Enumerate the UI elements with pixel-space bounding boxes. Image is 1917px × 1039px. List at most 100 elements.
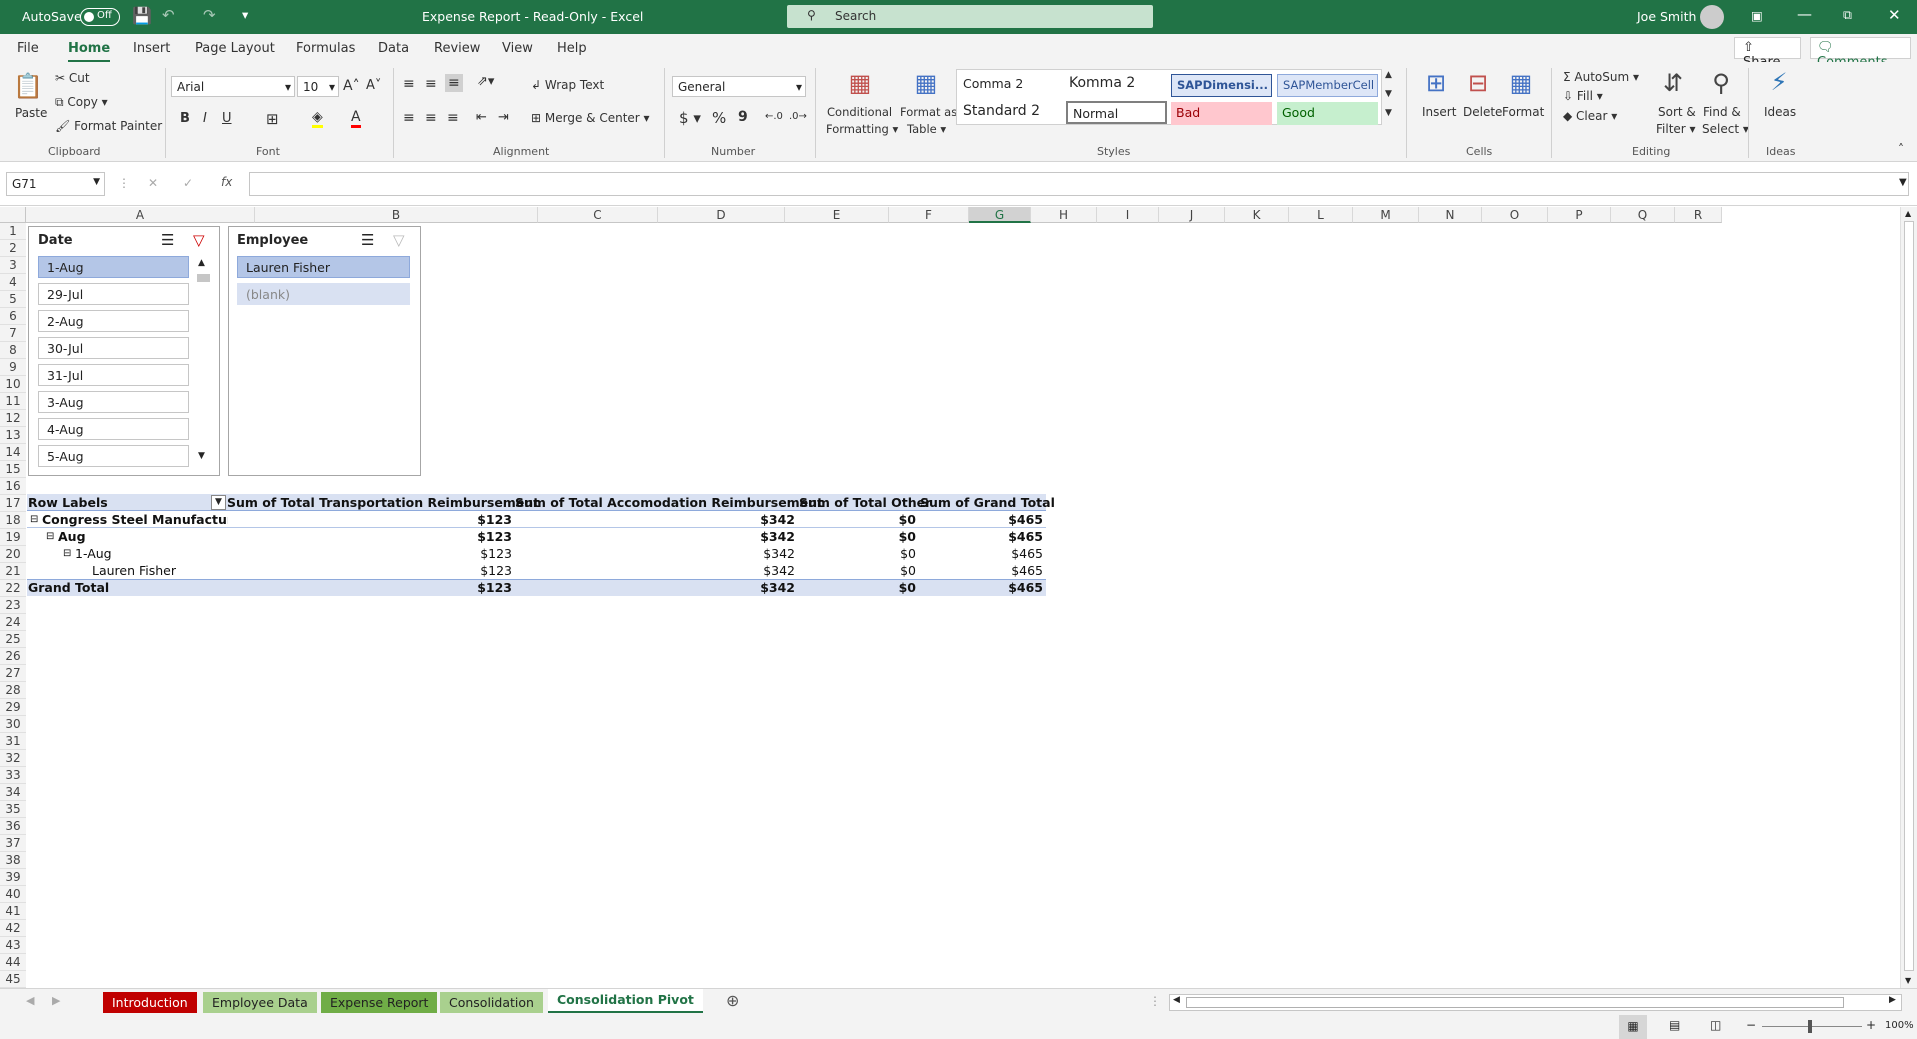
- prev-sheet-icon[interactable]: ◀: [26, 994, 34, 1007]
- select-all-button[interactable]: [0, 207, 26, 223]
- column-header[interactable]: H: [1031, 207, 1097, 223]
- slicer-item-date[interactable]: 31-Jul: [38, 364, 189, 386]
- horizontal-scrollbar[interactable]: ◀ ▶: [1169, 994, 1902, 1011]
- tab-file[interactable]: File: [17, 41, 39, 56]
- column-header[interactable]: J: [1159, 207, 1225, 223]
- insert-cells-button[interactable]: Insert: [1422, 105, 1456, 119]
- style-komma-2[interactable]: Komma 2: [1064, 72, 1168, 95]
- zoom-slider[interactable]: [1762, 1026, 1862, 1027]
- sort-filter-icon[interactable]: ⇵: [1658, 68, 1688, 98]
- find-select-label[interactable]: Select ▾: [1702, 122, 1749, 136]
- formula-input[interactable]: [249, 172, 1909, 196]
- row-header[interactable]: 28: [0, 682, 26, 699]
- ideas-icon[interactable]: ⚡: [1763, 66, 1795, 98]
- style-normal[interactable]: Normal: [1066, 101, 1167, 124]
- slicer-item-date[interactable]: 2-Aug: [38, 310, 189, 332]
- column-header[interactable]: A: [26, 207, 255, 223]
- tab-data[interactable]: Data: [378, 41, 409, 56]
- orientation-icon[interactable]: ⇗▾: [477, 74, 494, 89]
- row-header[interactable]: 36: [0, 818, 26, 835]
- row-header[interactable]: 39: [0, 869, 26, 886]
- row-header[interactable]: 6: [0, 308, 26, 325]
- restore-icon[interactable]: ⧉: [1843, 7, 1852, 23]
- row-header[interactable]: 32: [0, 750, 26, 767]
- row-header[interactable]: 19: [0, 529, 26, 546]
- collapse-icon[interactable]: ⊟: [46, 528, 54, 545]
- paste-button[interactable]: Paste: [15, 106, 47, 120]
- slicer-item-date[interactable]: 3-Aug: [38, 391, 189, 413]
- sheet-tab-consolidation-pivot[interactable]: Consolidation Pivot: [548, 989, 703, 1013]
- close-icon[interactable]: ✕: [1888, 6, 1901, 24]
- row-header[interactable]: 4: [0, 274, 26, 291]
- styles-more-icon[interactable]: ▼: [1385, 108, 1392, 118]
- zoom-level[interactable]: 100%: [1885, 1020, 1914, 1031]
- slicer-item-date[interactable]: 29-Jul: [38, 283, 189, 305]
- sheet-tab-employee-data[interactable]: Employee Data: [203, 992, 317, 1013]
- align-center-icon[interactable]: ≡: [425, 110, 437, 126]
- currency-button[interactable]: $ ▾: [679, 109, 701, 127]
- conditional-formatting-icon[interactable]: ▦: [845, 68, 875, 98]
- slicer-item-employee[interactable]: Lauren Fisher: [237, 256, 410, 278]
- column-header[interactable]: B: [255, 207, 538, 223]
- ribbon-display-icon[interactable]: ▣: [1751, 8, 1763, 23]
- format-cells-icon[interactable]: ▦: [1506, 68, 1536, 98]
- sort-filter-button[interactable]: Sort &: [1658, 105, 1696, 119]
- row-header[interactable]: 18: [0, 512, 26, 529]
- undo-icon[interactable]: ↶: [162, 6, 175, 24]
- increase-indent-icon[interactable]: ⇥: [498, 110, 509, 125]
- insert-cells-icon[interactable]: ⊞: [1421, 68, 1451, 98]
- enter-icon[interactable]: ✓: [183, 176, 193, 190]
- row-header[interactable]: 3: [0, 257, 26, 274]
- align-right-icon[interactable]: ≡: [447, 110, 459, 126]
- conditional-formatting-label[interactable]: Formatting ▾: [826, 122, 898, 136]
- minimize-icon[interactable]: —: [1797, 5, 1812, 23]
- column-header[interactable]: E: [785, 207, 889, 223]
- row-header[interactable]: 35: [0, 801, 26, 818]
- row-header[interactable]: 13: [0, 427, 26, 444]
- copy-button[interactable]: ⧉ Copy ▾: [55, 95, 108, 110]
- insert-function-icon[interactable]: fx: [221, 175, 232, 189]
- find-select-icon[interactable]: ⚲: [1706, 68, 1736, 98]
- multi-select-icon[interactable]: ☰: [361, 231, 374, 249]
- column-header[interactable]: Q: [1611, 207, 1675, 223]
- format-as-table-label[interactable]: Table ▾: [907, 122, 946, 136]
- row-header[interactable]: 23: [0, 597, 26, 614]
- sheet-tab-expense-report[interactable]: Expense Report: [321, 992, 438, 1013]
- column-header[interactable]: G: [969, 207, 1031, 223]
- delete-cells-icon[interactable]: ⊟: [1463, 68, 1493, 98]
- scroll-up-icon[interactable]: ▲: [1905, 209, 1911, 218]
- column-header[interactable]: M: [1353, 207, 1419, 223]
- row-header[interactable]: 17: [0, 495, 26, 512]
- cancel-icon[interactable]: ✕: [148, 176, 158, 190]
- search-box[interactable]: ⚲ Search: [787, 5, 1153, 28]
- customize-qat-icon[interactable]: ▾: [242, 7, 248, 22]
- clear-button[interactable]: ◆ Clear ▾: [1563, 109, 1617, 123]
- collapse-icon[interactable]: ⊟: [30, 511, 38, 528]
- format-cells-button[interactable]: Format: [1502, 105, 1544, 119]
- save-icon[interactable]: 💾: [132, 6, 152, 25]
- format-as-table-icon[interactable]: ▦: [911, 68, 941, 98]
- tab-home[interactable]: Home: [68, 41, 111, 63]
- slicer-scroll-up-icon[interactable]: ▲: [198, 258, 205, 268]
- style-standard-2[interactable]: Standard 2: [958, 100, 1062, 123]
- decrease-indent-icon[interactable]: ⇤: [476, 110, 487, 125]
- normal-view-icon[interactable]: ▦: [1619, 1015, 1647, 1039]
- row-header[interactable]: 30: [0, 716, 26, 733]
- conditional-formatting-button[interactable]: Conditional: [827, 105, 892, 119]
- employee-slicer[interactable]: Employee ☰ ▽ Lauren Fisher (blank): [228, 226, 421, 476]
- align-top-icon[interactable]: ≡: [403, 76, 415, 92]
- find-select-button[interactable]: Find &: [1703, 105, 1741, 119]
- row-header[interactable]: 41: [0, 903, 26, 920]
- italic-button[interactable]: I: [203, 111, 207, 126]
- style-sapdimension[interactable]: SAPDimensi...: [1171, 74, 1272, 97]
- align-middle-icon[interactable]: ≡: [425, 76, 437, 92]
- row-header[interactable]: 38: [0, 852, 26, 869]
- merge-center-button[interactable]: ⊞ Merge & Center ▾: [531, 111, 650, 125]
- row-header[interactable]: 1: [0, 223, 26, 240]
- zoom-slider-thumb[interactable]: [1808, 1020, 1812, 1033]
- tab-splitter-icon[interactable]: ⋮: [1149, 994, 1161, 1008]
- styles-scroll-up-icon[interactable]: ▲: [1385, 70, 1392, 80]
- row-header[interactable]: 45: [0, 971, 26, 988]
- row-header[interactable]: 37: [0, 835, 26, 852]
- column-header[interactable]: O: [1482, 207, 1548, 223]
